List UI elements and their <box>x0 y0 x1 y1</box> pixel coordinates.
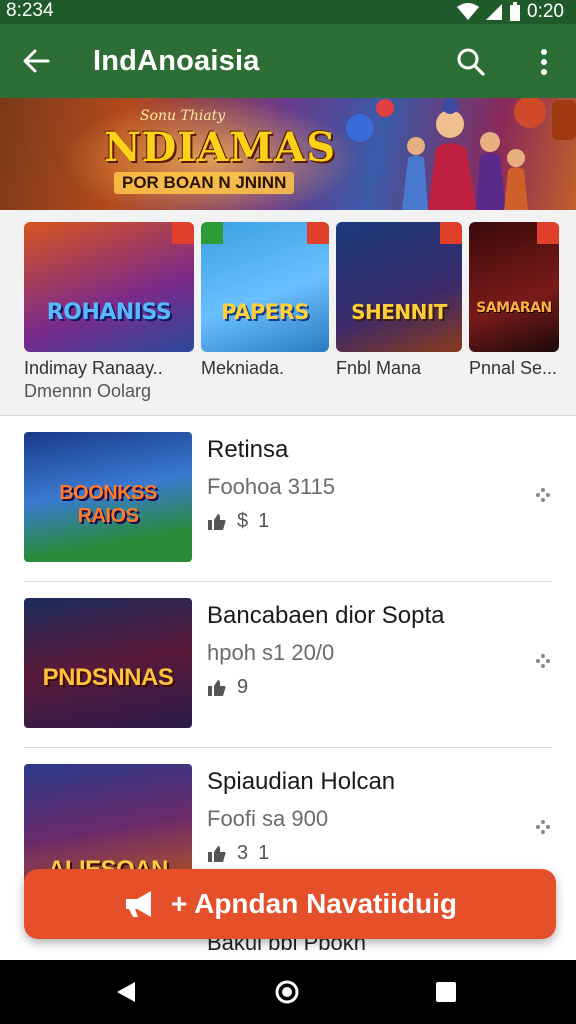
featured-thumbnail: PAPERS <box>201 222 329 352</box>
item-options-button[interactable] <box>530 814 556 840</box>
more-options-button[interactable] <box>526 43 562 81</box>
featured-card[interactable]: PAPERS Mekniada. <box>201 222 329 379</box>
list-meta: Foofi sa 900 <box>207 806 329 831</box>
featured-carousel[interactable]: ROHANISS Indimay Ranaay.. Dmennn Oolarg … <box>0 210 576 416</box>
megaphone-icon <box>126 891 151 917</box>
back-button[interactable] <box>16 43 56 79</box>
banner-heading: NDIAMAS <box>104 124 337 171</box>
featured-thumbnail: SHENNIT <box>336 222 462 352</box>
featured-name: Mekniada. <box>201 358 285 378</box>
arrow-back-icon <box>23 49 50 73</box>
thumb-up-icon <box>208 845 226 862</box>
add-button[interactable]: + Apndan Navatiiduig <box>24 869 556 939</box>
list-title: Bancabaen dior Sopta <box>207 602 445 629</box>
add-button-label: + Apndan Navatiiduig <box>171 888 457 919</box>
featured-card[interactable]: ROHANISS Indimay Ranaay.. Dmennn Oolarg <box>24 222 194 402</box>
featured-name: Indimay Ranaay.. <box>24 358 163 378</box>
circle-home-icon <box>275 980 299 1004</box>
badge <box>537 222 559 244</box>
featured-logo-text: PAPERS <box>221 300 309 324</box>
featured-logo-text: SHENNIT <box>351 300 447 324</box>
list-item[interactable]: BOONKSS RAIOS Retinsa Foohoa 3115 $ 1 <box>0 416 576 582</box>
list-stats: $ 1 <box>207 510 269 533</box>
app-bar: IndAnoaisia <box>0 24 576 98</box>
item-options-button[interactable] <box>530 482 556 508</box>
search-button[interactable] <box>450 43 492 81</box>
badge <box>307 222 329 244</box>
featured-card[interactable]: SHENNIT Fnbl Mana <box>336 222 462 379</box>
banner-characters-image <box>346 98 576 210</box>
system-nav-bar <box>0 960 576 1024</box>
status-time: 8:234 <box>6 0 54 21</box>
badge <box>201 222 223 244</box>
drag-handle-icon <box>536 654 550 668</box>
stat-a: 3 <box>237 842 249 864</box>
list-thumbnail: PNDSNNAS <box>24 598 192 728</box>
banner-tagline: Sonu Thiaty <box>140 108 226 124</box>
stat-a: 9 <box>237 676 249 698</box>
featured-logo-text: ROHANISS <box>46 300 172 325</box>
banner-subtitle: POR BOAN N JNINN <box>114 172 295 194</box>
list-thumbnail: BOONKSS RAIOS <box>24 432 192 562</box>
status-battery-text: 0:20 <box>527 1 564 22</box>
featured-name: Fnbl Mana <box>336 358 422 378</box>
list-title: Spiaudian Holcan <box>207 768 396 795</box>
badge <box>440 222 462 244</box>
status-icons: 0:20 <box>457 0 564 24</box>
featured-subtitle: Dmennn Oolarg <box>24 381 152 401</box>
thumb-up-icon <box>208 513 226 530</box>
featured-thumbnail: ROHANISS <box>24 222 194 352</box>
square-recents-icon <box>436 982 456 1002</box>
featured-logo-text: SAMARAN <box>476 300 552 316</box>
more-vert-icon <box>541 49 547 75</box>
drag-handle-icon <box>536 820 550 834</box>
status-bar: 8:234 0:20 <box>0 0 576 24</box>
stat-a: $ <box>237 510 249 532</box>
nav-back-button[interactable] <box>106 972 146 1012</box>
list-logo-text: BOONKSS RAIOS <box>59 482 157 527</box>
thumb-up-icon <box>208 679 226 696</box>
wifi-icon <box>457 3 480 20</box>
badge <box>172 222 194 244</box>
triangle-back-icon <box>117 982 135 1002</box>
list-title: Retinsa <box>207 436 289 463</box>
featured-name: Pnnal Se... <box>469 358 558 378</box>
signal-icon <box>486 4 503 20</box>
featured-thumbnail: SAMARAN <box>469 222 559 352</box>
stat-b: 1 <box>258 510 270 532</box>
featured-card[interactable]: SAMARAN Pnnal Se... <box>469 222 559 379</box>
nav-home-button[interactable] <box>267 972 307 1012</box>
battery-icon <box>510 2 521 21</box>
list-stats: 3 1 <box>207 842 269 865</box>
drag-handle-icon <box>536 488 550 502</box>
item-options-button[interactable] <box>530 648 556 674</box>
stat-b: 1 <box>258 842 270 864</box>
list-stats: 9 <box>207 676 248 699</box>
promo-banner[interactable]: Sonu Thiaty NDIAMAS POR BOAN N JNINN <box>0 98 576 210</box>
search-icon <box>457 48 485 76</box>
list-meta: hpoh s1 20/0 <box>207 640 335 665</box>
nav-recents-button[interactable] <box>426 972 466 1012</box>
list-item[interactable]: PNDSNNAS Bancabaen dior Sopta hpoh s1 20… <box>0 582 576 748</box>
app-title: IndAnoaisia <box>93 45 260 77</box>
list-meta: Foohoa 3115 <box>207 474 336 499</box>
list-logo-text: PNDSNNAS <box>42 664 174 691</box>
